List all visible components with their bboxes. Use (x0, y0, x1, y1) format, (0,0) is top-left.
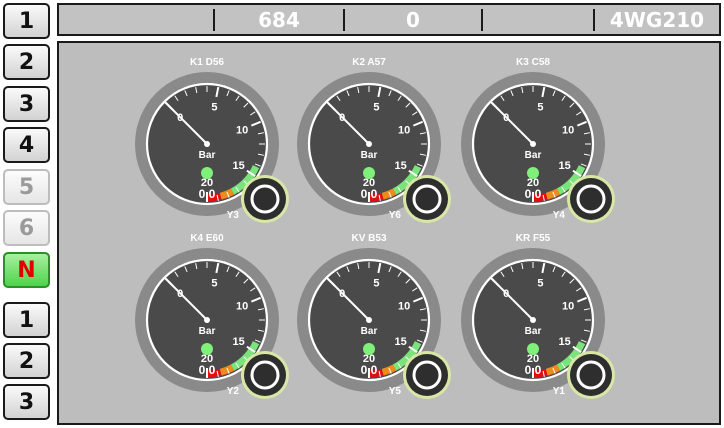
gear-button-6[interactable]: 6 (3, 210, 50, 246)
clutch-pressure-panel: 05101520K1 D56Bar0.0Y305101520K2 A57Bar0… (57, 41, 721, 425)
gauge-tick-label: 10 (562, 300, 574, 312)
gauge-tick-label: 5 (373, 278, 379, 290)
status-lamp (201, 343, 213, 355)
gauge-tick-label: 5 (537, 102, 543, 114)
gauge-title: K2 A57 (352, 57, 386, 68)
gear-button-4[interactable]: 4 (3, 127, 50, 163)
gauge-tick-label: 15 (232, 336, 244, 348)
gauge-dial: 05101520 (461, 248, 615, 399)
valve-label: Y2 (226, 386, 239, 397)
reverse-button-1[interactable]: 1 (3, 302, 50, 338)
valve-label: Y5 (388, 386, 401, 397)
gauge-value: 0.0 (360, 187, 378, 201)
pressure-gauge: 05101520K3 C58Bar0.0Y4 (433, 49, 633, 229)
status-cell-4 (483, 5, 593, 34)
gauge-unit: Bar (360, 326, 378, 337)
gauge-dial: 05101520 (461, 72, 615, 223)
needle-hub (530, 141, 536, 147)
gauge-title: K1 D56 (190, 57, 224, 68)
gear-button-2[interactable]: 2 (3, 44, 50, 80)
gear-button-1[interactable]: 1 (3, 3, 50, 39)
gauge-tick-label: 5 (373, 102, 379, 114)
gauge-unit: Bar (524, 150, 542, 161)
status-lamp (527, 167, 539, 179)
needle-hub (204, 141, 210, 147)
gauge-value: 0.0 (198, 187, 216, 201)
needle-hub (204, 317, 210, 323)
reverse-button-3[interactable]: 3 (3, 384, 50, 420)
status-lamp (363, 167, 375, 179)
gauge-title: KV B53 (351, 233, 387, 244)
status-lamp (527, 343, 539, 355)
status-cell-2: 684 (258, 7, 300, 32)
gauge-tick-label: 15 (394, 160, 406, 172)
gauge-value: 0.0 (360, 363, 378, 377)
gauge-tick-label: 10 (398, 124, 410, 136)
gauge-tick-label: 15 (394, 336, 406, 348)
pressure-gauge: 05101520KR F55Bar0.0Y1 (433, 225, 633, 405)
gauge-title: K3 C58 (516, 57, 550, 68)
gear-button-neutral[interactable]: N (3, 252, 50, 288)
gauge-unit: Bar (198, 150, 216, 161)
status-bar: 684 0 4WG210 (57, 3, 721, 36)
gauge-tick-label: 15 (558, 160, 570, 172)
valve-label: Y3 (226, 210, 239, 221)
valve-label: Y6 (388, 210, 401, 221)
gauge-title: KR F55 (515, 233, 551, 244)
gear-selector: 1 2 3 4 5 6 N 1 2 3 (0, 0, 56, 428)
needle-hub (366, 141, 372, 147)
gauge-unit: Bar (524, 326, 542, 337)
gauge-tick-label: 5 (537, 278, 543, 290)
status-cell-3: 0 (406, 7, 420, 32)
valve-button[interactable] (570, 354, 612, 396)
gauge-tick-label: 10 (398, 300, 410, 312)
gauge-tick-label: 15 (232, 160, 244, 172)
status-lamp (363, 343, 375, 355)
needle-hub (530, 317, 536, 323)
gauge-tick-label: 5 (211, 278, 217, 290)
gauge-tick-label: 5 (211, 102, 217, 114)
gauge-unit: Bar (198, 326, 216, 337)
gauge-tick-label: 10 (562, 124, 574, 136)
gauge-title: K4 E60 (190, 233, 224, 244)
gauge-tick-label: 10 (236, 124, 248, 136)
gauge-value: 0.0 (524, 363, 542, 377)
gauge-value: 0.0 (524, 187, 542, 201)
gauge-unit: Bar (360, 150, 378, 161)
gauge-tick-label: 10 (236, 300, 248, 312)
reverse-button-2[interactable]: 2 (3, 343, 50, 379)
valve-button[interactable] (570, 178, 612, 220)
status-cell-5: 4WG210 (609, 7, 705, 32)
gauge-tick-label: 15 (558, 336, 570, 348)
status-lamp (201, 167, 213, 179)
gear-button-3[interactable]: 3 (3, 86, 50, 122)
valve-label: Y1 (552, 386, 565, 397)
gear-button-5[interactable]: 5 (3, 169, 50, 205)
status-cell-1 (59, 5, 213, 34)
valve-label: Y4 (552, 210, 565, 221)
needle-hub (366, 317, 372, 323)
gauge-value: 0.0 (198, 363, 216, 377)
